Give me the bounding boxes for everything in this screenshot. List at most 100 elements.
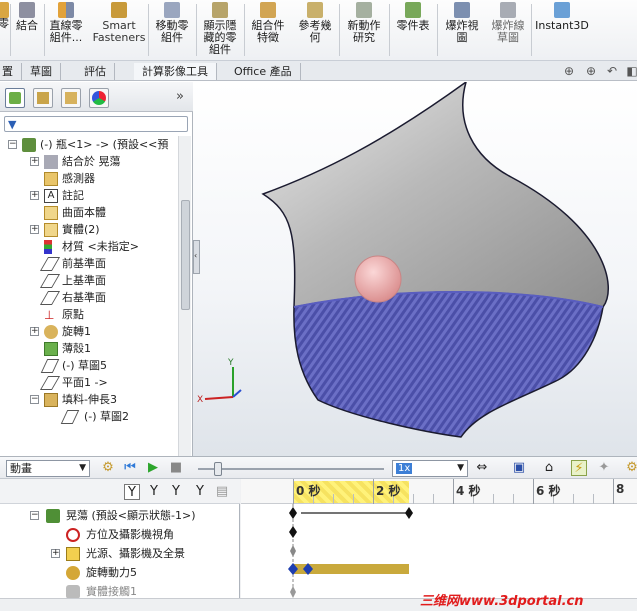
toolbar-button-mate[interactable]: 結合	[12, 2, 42, 32]
key-point[interactable]	[289, 526, 297, 538]
command-manager-tabs: 置 草圖 評估 計算影像工具 Office 產品 ⊕ ⊕ ↶ ◧	[0, 61, 637, 81]
toolbar-button-part[interactable]: 零	[0, 2, 10, 30]
toolbar-button-instant3d[interactable]: Instant3D	[534, 2, 590, 32]
collapse-icon[interactable]: −	[30, 511, 39, 520]
assembly-features-icon	[260, 2, 276, 18]
tree-item-plane1[interactable]: 平面1 ->	[0, 374, 178, 391]
collapse-icon[interactable]: −	[30, 395, 39, 404]
tab-evaluate[interactable]: 評估	[76, 63, 115, 80]
animation-wizard-icon[interactable]: ⌂	[541, 460, 557, 476]
bottle-glass-upper	[261, 80, 610, 308]
tree-item-solid-bodies[interactable]: + 實體(2)	[0, 221, 178, 238]
tree-item-sketch5[interactable]: (-) 草圖5	[0, 357, 178, 374]
filter-results-icon[interactable]: ▤	[214, 484, 230, 500]
toolbar-button-move-component[interactable]: 移動零 組件	[150, 2, 194, 44]
save-animation-icon[interactable]: ▣	[511, 460, 527, 476]
toolbar-button-assembly-features[interactable]: 組合件 特徵	[246, 2, 290, 44]
watermark-text: 三维网www.3dportal.cn	[420, 594, 584, 609]
playback-speed-select[interactable]: 1x ▼	[392, 460, 468, 477]
filter-selected-icon[interactable]: Y	[192, 484, 208, 500]
tree-item-surface-bodies[interactable]: 曲面本體	[0, 204, 178, 221]
expand-icon[interactable]: +	[30, 191, 39, 200]
filter-input[interactable]: ▼	[4, 116, 188, 132]
key-point[interactable]	[290, 586, 296, 598]
key-point[interactable]	[290, 545, 296, 557]
feature-manager-panel: » ▼ − (-) 瓶<1> -> (預設<<預 + 結合於 晃蕩 感測器 + …	[0, 82, 193, 456]
previous-view-icon[interactable]: ↶	[604, 63, 620, 79]
configuration-manager-tab[interactable]	[61, 88, 81, 108]
key-point[interactable]	[289, 507, 297, 519]
toolbar-button-explode-line-sketch[interactable]: 爆炸線 草圖	[486, 2, 530, 44]
feature-tree: − (-) 瓶<1> -> (預設<<預 + 結合於 晃蕩 感測器 + A 註記…	[0, 136, 178, 456]
tree-item-annotations[interactable]: + A 註記	[0, 187, 178, 204]
tree-item-sketch2[interactable]: (-) 草圖2	[0, 408, 178, 425]
expand-icon[interactable]: +	[30, 327, 39, 336]
section-view-icon[interactable]: ◧	[624, 63, 637, 79]
graphics-viewport[interactable]: Y X	[193, 80, 637, 456]
toolbar-button-exploded-view[interactable]: 爆炸視 圖	[440, 2, 484, 44]
motion-tree-item-rotary-motor[interactable]: 旋轉動力5	[0, 564, 240, 582]
toolbar-button-reference-geometry[interactable]: 參考幾 何	[293, 2, 337, 44]
tab-photoview[interactable]: 計算影像工具	[134, 63, 217, 80]
tree-item-label: 前基準面	[62, 257, 106, 270]
key-point[interactable]	[405, 507, 413, 519]
toolbar-button-show-hidden[interactable]: 顯示隱 藏的零 組件	[198, 2, 242, 56]
calculate-icon[interactable]: ⚙	[100, 460, 116, 476]
tree-item-extrude3[interactable]: − 填料-伸長3	[0, 391, 178, 408]
stop-icon[interactable]: ■	[168, 460, 184, 476]
timeline-label: 0 秒	[296, 484, 321, 498]
tree-scrollbar[interactable]	[178, 136, 191, 456]
expand-icon[interactable]: +	[30, 157, 39, 166]
zoom-to-fit-icon[interactable]: ⊕	[561, 63, 577, 79]
tree-item-label: 平面1 ->	[62, 376, 108, 389]
tab-assembly[interactable]: 置	[0, 63, 22, 80]
filter-icon[interactable]: Y	[124, 484, 140, 500]
motion-tree-item-assembly[interactable]: − 晃蕩 (預設<顯示狀態-1>)	[0, 507, 240, 525]
toolbar-button-bom[interactable]: 零件表	[392, 2, 434, 32]
display-manager-tab[interactable]	[89, 88, 109, 108]
reference-geometry-icon	[307, 2, 323, 18]
playback-slider-thumb[interactable]	[214, 462, 222, 476]
toolbar-button-smart-fasteners[interactable]: Smart Fasteners	[92, 2, 146, 44]
tree-item-top-plane[interactable]: 上基準面	[0, 272, 178, 289]
play-icon[interactable]: ▶	[145, 460, 161, 476]
playback-mode-icon[interactable]: ⇔	[474, 460, 490, 476]
expand-icon[interactable]: +	[30, 225, 39, 234]
tab-office-products[interactable]: Office 產品	[226, 63, 301, 80]
tree-item-material[interactable]: 材質 <未指定>	[0, 238, 178, 255]
panel-splitter-handle[interactable]: ‹	[193, 240, 200, 274]
scrollbar-thumb[interactable]	[181, 200, 190, 310]
sensor-icon	[44, 172, 58, 186]
filter-driving-icon[interactable]: Y	[168, 484, 184, 500]
motion-tree-item-orientation[interactable]: 方位及攝影機視角	[0, 526, 240, 544]
tree-item-mates[interactable]: + 結合於 晃蕩	[0, 153, 178, 170]
property-manager-tab[interactable]	[33, 88, 53, 108]
tree-item-sensors[interactable]: 感測器	[0, 170, 178, 187]
playback-slider-track[interactable]	[198, 468, 384, 470]
tab-sketch[interactable]: 草圖	[22, 63, 61, 80]
motion-tree-item-lights[interactable]: + 光源、攝影機及全景	[0, 545, 240, 563]
collapse-icon[interactable]: −	[8, 140, 17, 149]
feature-manager-tab[interactable]	[5, 88, 25, 108]
toolbar-button-new-motion-study[interactable]: 新動作 研究	[341, 2, 387, 44]
tree-item-origin[interactable]: ⊥ 原點	[0, 306, 178, 323]
filter-animated-icon[interactable]: Y	[146, 484, 162, 500]
lights-cameras-icon	[66, 547, 80, 561]
toolbar-button-linear-pattern[interactable]: 直線零 組件...	[44, 2, 88, 44]
play-from-start-icon[interactable]: ⏮	[122, 460, 138, 476]
expand-icon[interactable]: +	[51, 549, 60, 558]
add-key-icon[interactable]: ✦	[596, 460, 612, 476]
motor-icon[interactable]: ⚙	[624, 460, 637, 476]
material-icon	[44, 240, 52, 254]
zoom-to-area-icon[interactable]: ⊕	[583, 63, 599, 79]
tree-item-shell1[interactable]: 薄殼1	[0, 340, 178, 357]
motion-tree-label: 旋轉動力5	[86, 566, 137, 579]
tree-item-front-plane[interactable]: 前基準面	[0, 255, 178, 272]
study-type-select[interactable]: 動畫 ▼	[6, 460, 90, 477]
autokey-icon[interactable]: ⚡	[571, 460, 587, 476]
panel-expand-icon[interactable]: »	[176, 89, 184, 104]
timeline-label: 8	[616, 482, 625, 496]
tree-item-revolve1[interactable]: + 旋轉1	[0, 323, 178, 340]
tree-item-root-part[interactable]: − (-) 瓶<1> -> (預設<<預	[0, 136, 178, 153]
tree-item-right-plane[interactable]: 右基準面	[0, 289, 178, 306]
